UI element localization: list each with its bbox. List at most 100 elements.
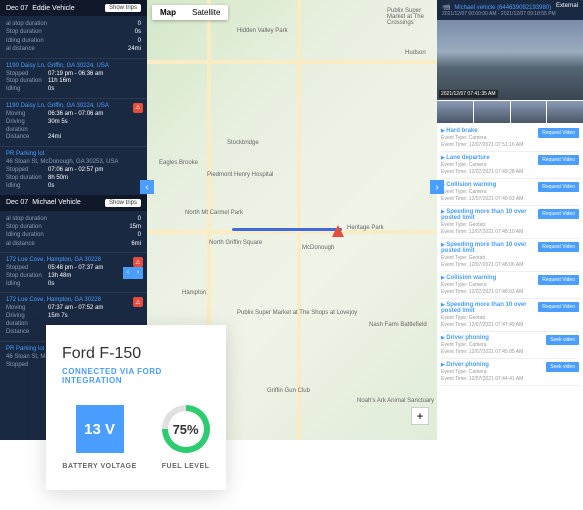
show-trips-button[interactable]: Show trips <box>105 4 141 12</box>
trip-item[interactable]: 1190 Daisy Ln, Griffin, GA 30224, USAMov… <box>0 98 147 146</box>
trip-location: 1190 Daisy Ln, Griffin, GA 30224, USA <box>6 63 141 69</box>
stat-label: al stop duration <box>6 215 47 223</box>
event-time: Event Time: 12/07/2021 07:48:02 AM <box>441 289 538 296</box>
trip-sublocation: 46 Sloan St, McDonough, GA 30253, USA <box>6 159 141 165</box>
video-daterange: 2021/12/07 00:00:00 AM - 2021/12/07 09:1… <box>442 11 578 17</box>
trip-stat-label: Stopped <box>6 71 48 79</box>
header-vehicle: Michael Vehicle <box>32 199 101 206</box>
stat-value: 0s <box>135 28 141 36</box>
request-video-button[interactable]: Seek video <box>546 335 579 345</box>
vehicle-header-1: Dec 07 Eddie Vehicle Show trips <box>0 0 147 16</box>
trip-stat-value: 0s <box>48 86 54 94</box>
trip-stat-value: 07:37 am - 07:52 am <box>48 305 103 313</box>
stat-label: al stop duration <box>6 20 47 28</box>
stat-label: Stop duration <box>6 223 42 231</box>
request-video-button[interactable]: Request Video <box>538 275 579 285</box>
video-thumb[interactable] <box>547 101 583 123</box>
stat-label: Stop duration <box>6 28 42 36</box>
video-thumbnails <box>437 101 583 123</box>
map-poi-label: Hampton <box>182 290 206 296</box>
map-next-arrow[interactable]: › <box>430 180 444 194</box>
stat-value: 24mi <box>128 45 141 53</box>
zoom-in-button[interactable]: + <box>411 407 429 425</box>
stat-label: Idling duration <box>6 231 44 239</box>
trip-stat-label: Moving <box>6 111 48 119</box>
video-thumb[interactable] <box>437 101 473 123</box>
request-video-button[interactable]: Request Video <box>538 209 579 219</box>
video-thumb[interactable] <box>474 101 510 123</box>
battery-gauge: 13 V BATTERY VOLTAGE <box>62 405 136 470</box>
fuel-value: 75% <box>173 422 199 437</box>
trip-stat-value: 07:19 pm - 06:36 am <box>48 71 103 79</box>
trip-stat-label: Idling <box>6 281 48 289</box>
request-video-button[interactable]: Request Video <box>538 128 579 138</box>
ford-title: Ford F-150 <box>62 345 210 363</box>
satellite-view-button[interactable]: Satellite <box>184 5 228 20</box>
trip-prev-arrow[interactable]: ‹ <box>123 267 133 279</box>
map-poi-label: Heritage Park <box>347 225 384 231</box>
stat-value: 0 <box>138 20 141 28</box>
trip-stat-label: Stopped <box>6 362 48 370</box>
trip-stat-value: 06:36 am - 07:06 am <box>48 111 103 119</box>
event-item[interactable]: Speeding more than 10 over posted limitE… <box>441 239 579 272</box>
trip-location: PR Parking lot <box>6 151 141 157</box>
event-item[interactable]: Speeding more than 10 over posted limitE… <box>441 206 579 239</box>
stat-value: 0 <box>138 215 141 223</box>
video-timestamp: 2021/12/07 07:41:35 AM <box>439 90 498 98</box>
trip-stat-value: 0s <box>48 183 54 191</box>
event-item[interactable]: Collision warningEvent Type: CameraEvent… <box>441 179 579 206</box>
map-poi-label: North Griffin Square <box>209 240 262 246</box>
header-date: Dec 07 <box>6 199 28 206</box>
stat-label: al distance <box>6 45 35 53</box>
trip-stat-label: Driving duration <box>6 119 48 135</box>
trip-stat-label: Stopped <box>6 167 48 175</box>
trip-stat-value: 30m 5s <box>48 119 68 135</box>
request-video-button[interactable]: Request Video <box>538 242 579 252</box>
show-trips-button[interactable]: Show trips <box>105 199 141 207</box>
map-prev-arrow[interactable]: ‹ <box>140 180 154 194</box>
map-poi-label: Nash Farm Battlefield <box>369 322 427 328</box>
event-title: Lane departure <box>441 155 538 161</box>
event-time: Event Time: 12/07/2021 07:44:41 AM <box>441 376 546 383</box>
battery-value: 13 V <box>76 405 124 453</box>
trip-stat-label: Distance <box>6 134 48 142</box>
alert-icon[interactable] <box>133 297 143 307</box>
main-video[interactable]: 2021/12/07 07:41:35 AM <box>437 20 583 100</box>
request-video-button[interactable]: Request Video <box>538 155 579 165</box>
map-poi-label: Hidden Valley Park <box>237 28 288 34</box>
trip-item[interactable]: 1190 Daisy Ln, Griffin, GA 30224, USA Sto… <box>0 58 147 98</box>
trip-stat-label: Idling <box>6 86 48 94</box>
video-thumb[interactable] <box>511 101 547 123</box>
event-title: Speeding more than 10 over posted limit <box>441 209 538 221</box>
alert-icon[interactable] <box>133 257 143 267</box>
event-time: Event Time: 12/07/2021 07:49:03 AM <box>441 196 538 203</box>
trip-stat-label: Driving duration <box>6 313 48 329</box>
trip-next-arrow[interactable]: › <box>133 267 143 279</box>
event-item[interactable]: Speeding more than 10 over posted limitE… <box>441 299 579 332</box>
event-time: Event Time: 12/07/2021 07:51:16 AM <box>441 142 538 149</box>
stat-value: 0 <box>138 37 141 45</box>
trip-stat-value: 11h 16m <box>48 78 71 86</box>
event-item[interactable]: Collision warningEvent Type: CameraEvent… <box>441 272 579 299</box>
trip-item[interactable]: 172 Lue Cove, Hampton, GA 30228Stopped05… <box>0 252 147 292</box>
event-item[interactable]: Lane departureEvent Type: CameraEvent Ti… <box>441 152 579 179</box>
event-item[interactable]: Hard brakeEvent Type: CameraEvent Time: … <box>441 125 579 152</box>
map-poi-label: Noah's Ark Animal Sanctuary <box>357 398 434 404</box>
header-vehicle: Eddie Vehicle <box>32 5 101 12</box>
ford-widget: Ford F-150 CONNECTED VIA FORD INTEGRATIO… <box>46 325 226 490</box>
alert-icon[interactable] <box>133 103 143 113</box>
event-item[interactable]: Driver phoningEvent Type: CameraEvent Ti… <box>441 359 579 386</box>
request-video-button[interactable]: Request Video <box>538 302 579 312</box>
event-item[interactable]: Driver phoningEvent Type: CameraEvent Ti… <box>441 332 579 359</box>
trip-location: 172 Lue Cove, Hampton, GA 30228 <box>6 297 141 303</box>
events-panel: Michael vehicle (644639092193980) Extern… <box>437 0 583 440</box>
trip-stat-label: Stop duration <box>6 175 48 183</box>
trip-item[interactable]: PR Parking lot 46 Sloan St, McDonough, GA… <box>0 146 147 194</box>
request-video-button[interactable]: Request Video <box>538 182 579 192</box>
trip-stat-value: 05:48 pm - 07:37 am <box>48 265 103 273</box>
map-view-button[interactable]: Map <box>152 5 184 20</box>
request-video-button[interactable]: Seek video <box>546 362 579 372</box>
trip-stat-value: 24mi <box>48 134 61 142</box>
vehicle-stats-1: al stop duration0Stop duration0sIdling d… <box>0 16 147 58</box>
map-poi-label: Publix Super Market at The Shops at Love… <box>237 310 357 316</box>
